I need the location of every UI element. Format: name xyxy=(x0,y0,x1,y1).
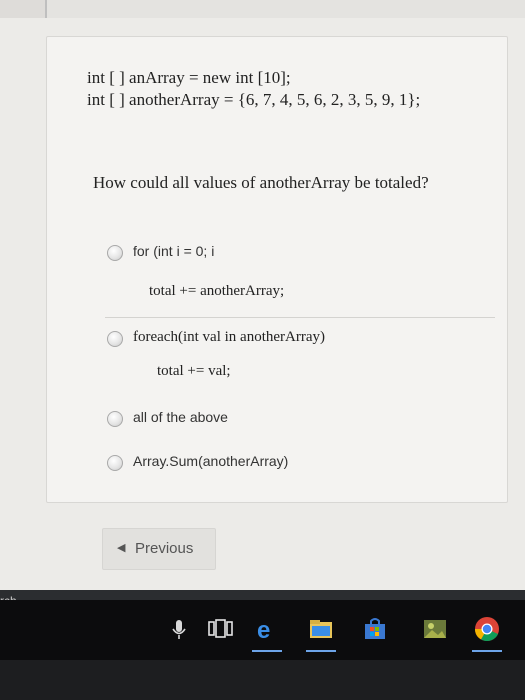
chevron-left-icon: ◀ xyxy=(117,542,126,554)
chrome-active-indicator xyxy=(472,650,502,652)
option-2[interactable]: foreach(int val in anotherArray) xyxy=(107,327,447,351)
option-1[interactable]: for (int i = 0; i xyxy=(107,241,447,265)
question-prompt: How could all values of anotherArray be … xyxy=(93,173,429,192)
option-4-radio[interactable] xyxy=(107,455,123,471)
option-1-radio[interactable] xyxy=(107,245,123,261)
option-2-label: foreach(int val in anotherArray) xyxy=(133,329,325,345)
task-view-icon[interactable] xyxy=(206,614,234,644)
edge-icon[interactable]: e xyxy=(252,614,282,644)
question-card: int [ ] anArray = new int [10]; int [ ] … xyxy=(46,36,508,503)
code-line-2: int [ ] anotherArray = {6, 7, 4, 5, 6, 2… xyxy=(87,90,421,109)
file-explorer-icon[interactable] xyxy=(306,614,336,644)
chrome-icon[interactable] xyxy=(472,614,502,644)
taskbar: e xyxy=(0,600,525,660)
code-line-1: int [ ] anArray = new int [10]; xyxy=(87,68,291,87)
store-icon[interactable] xyxy=(360,614,390,644)
explorer-active-indicator xyxy=(306,650,336,652)
photos-icon[interactable] xyxy=(420,614,450,644)
option-2-code: total += val; xyxy=(157,363,231,379)
option-4[interactable]: Array.Sum(anotherArray) xyxy=(107,451,347,475)
browser-tab-fragment[interactable] xyxy=(0,0,47,18)
top-bar xyxy=(0,0,525,18)
option-2-radio[interactable] xyxy=(107,331,123,347)
option-3-radio[interactable] xyxy=(107,411,123,427)
option-1-code: total += anotherArray; xyxy=(149,283,285,299)
browser-viewport: int [ ] anArray = new int [10]; int [ ] … xyxy=(0,0,525,590)
question-code: int [ ] anArray = new int [10]; int [ ] … xyxy=(87,67,420,111)
option-3-label: all of the above xyxy=(133,409,228,425)
previous-button[interactable]: ◀ Previous xyxy=(102,528,216,570)
previous-button-label: Previous xyxy=(135,540,194,557)
microphone-icon[interactable] xyxy=(168,614,190,644)
svg-text:e: e xyxy=(257,617,270,644)
edge-active-indicator xyxy=(252,650,282,652)
option-divider xyxy=(105,317,495,318)
option-1-label: for (int i = 0; i xyxy=(133,243,215,259)
option-3[interactable]: all of the above xyxy=(107,407,307,431)
monitor-bezel xyxy=(0,660,525,700)
option-4-label: Array.Sum(anotherArray) xyxy=(133,453,289,469)
